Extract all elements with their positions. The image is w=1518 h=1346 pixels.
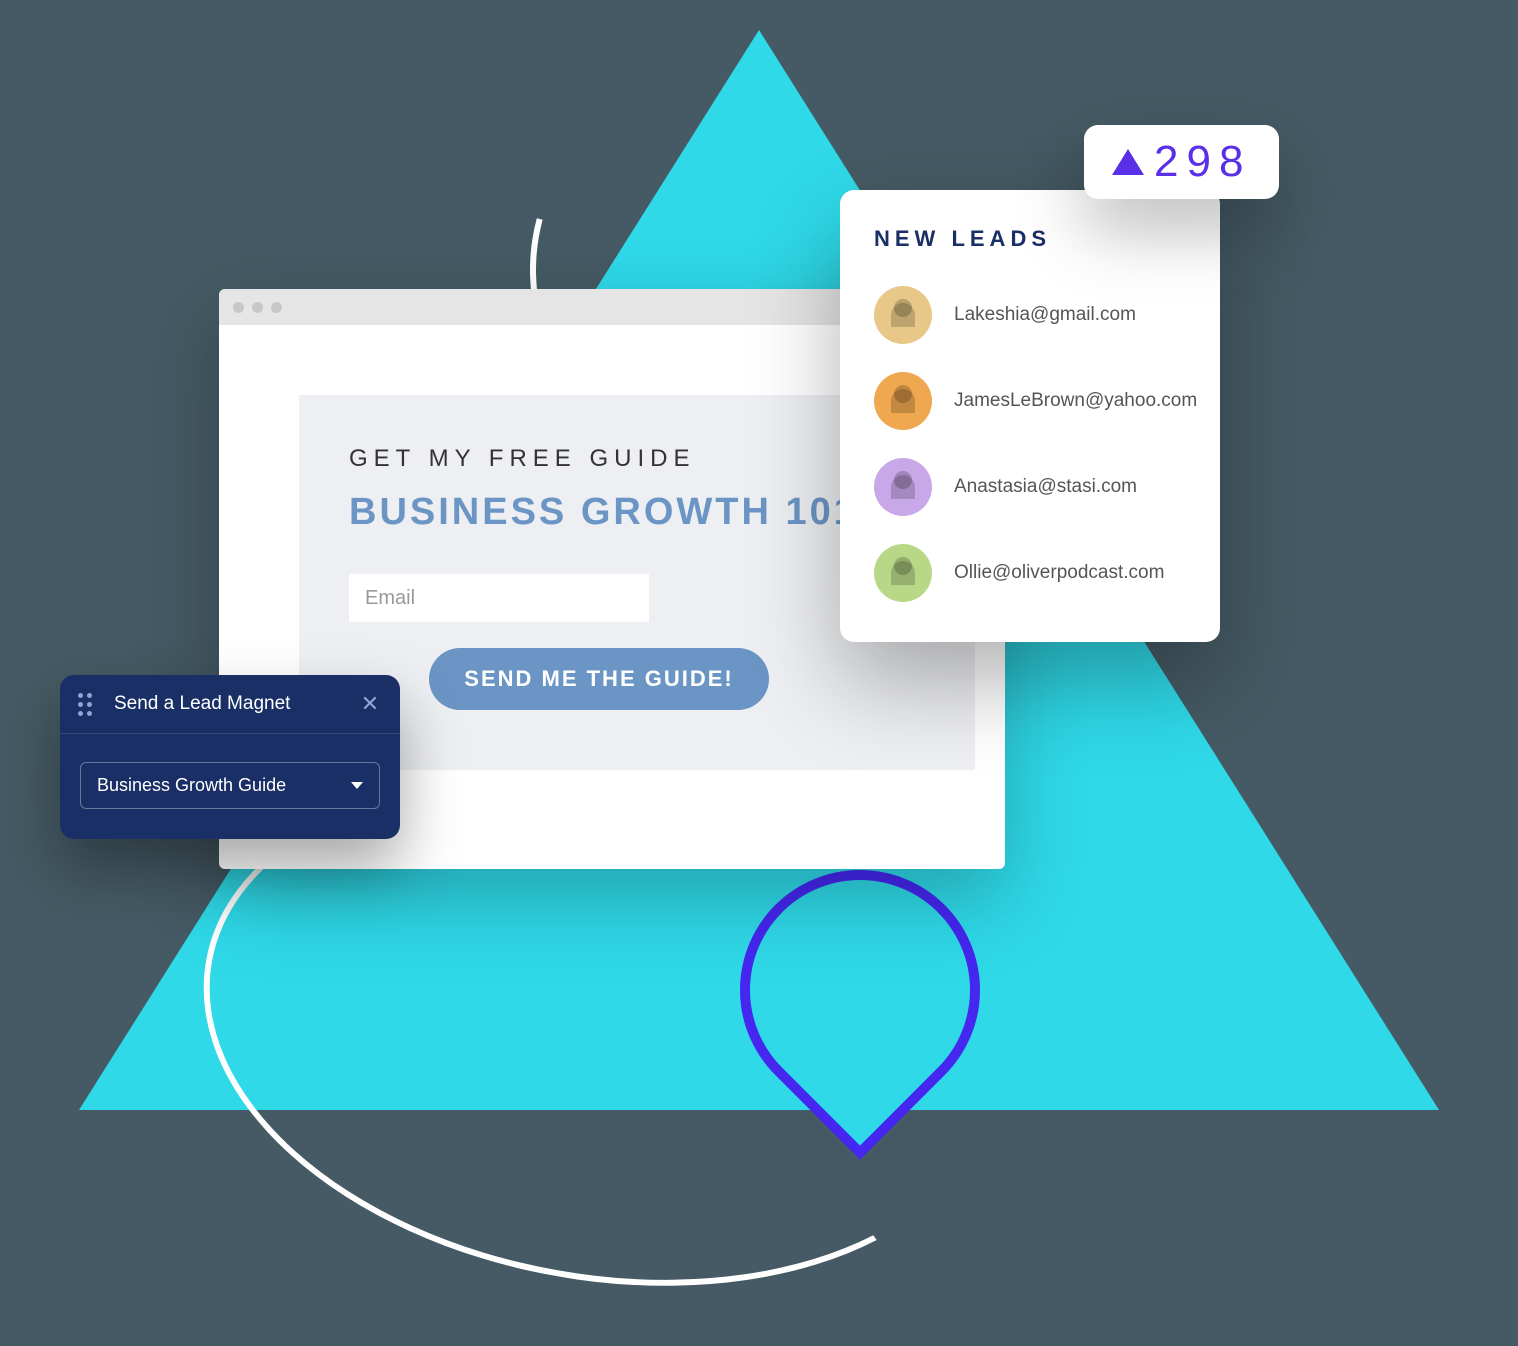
select-value: Business Growth Guide bbox=[97, 775, 286, 796]
avatar bbox=[874, 372, 932, 430]
lead-item[interactable]: Lakeshia@gmail.com bbox=[874, 286, 1186, 344]
landing-eyebrow: GET MY FREE GUIDE bbox=[349, 445, 925, 473]
lead-magnet-title: Send a Lead Magnet bbox=[114, 693, 358, 715]
lead-magnet-body: Business Growth Guide bbox=[60, 734, 400, 839]
lead-email: JamesLeBrown@yahoo.com bbox=[954, 390, 1197, 412]
lead-item[interactable]: Ollie@oliverpodcast.com bbox=[874, 544, 1186, 602]
lead-magnet-header: Send a Lead Magnet ✕ bbox=[60, 675, 400, 734]
lead-count-badge: 298 bbox=[1084, 125, 1279, 199]
send-guide-button[interactable]: SEND ME THE GUIDE! bbox=[429, 648, 769, 710]
chevron-down-icon bbox=[351, 782, 363, 789]
lead-magnet-select[interactable]: Business Growth Guide bbox=[80, 762, 380, 809]
cta-label: SEND ME THE GUIDE! bbox=[464, 666, 733, 692]
close-icon[interactable]: ✕ bbox=[358, 691, 382, 717]
lead-count: 298 bbox=[1154, 137, 1251, 187]
window-dot bbox=[271, 302, 282, 313]
avatar bbox=[874, 286, 932, 344]
avatar bbox=[874, 458, 932, 516]
landing-title: BUSINESS GROWTH 101 bbox=[349, 491, 925, 534]
lead-email: Lakeshia@gmail.com bbox=[954, 304, 1136, 326]
window-dot bbox=[233, 302, 244, 313]
leads-title: NEW LEADS bbox=[874, 226, 1186, 252]
lead-item[interactable]: Anastasia@stasi.com bbox=[874, 458, 1186, 516]
drag-handle-icon[interactable] bbox=[78, 693, 92, 716]
lead-email: Anastasia@stasi.com bbox=[954, 476, 1137, 498]
new-leads-card: NEW LEADS Lakeshia@gmail.com JamesLeBrow… bbox=[840, 190, 1220, 642]
trend-up-icon bbox=[1112, 149, 1144, 175]
email-field[interactable]: Email bbox=[349, 574, 649, 622]
lead-magnet-card: Send a Lead Magnet ✕ Business Growth Gui… bbox=[60, 675, 400, 839]
avatar bbox=[874, 544, 932, 602]
email-placeholder: Email bbox=[365, 587, 415, 610]
lead-email: Ollie@oliverpodcast.com bbox=[954, 562, 1164, 584]
lead-item[interactable]: JamesLeBrown@yahoo.com bbox=[874, 372, 1186, 430]
window-dot bbox=[252, 302, 263, 313]
